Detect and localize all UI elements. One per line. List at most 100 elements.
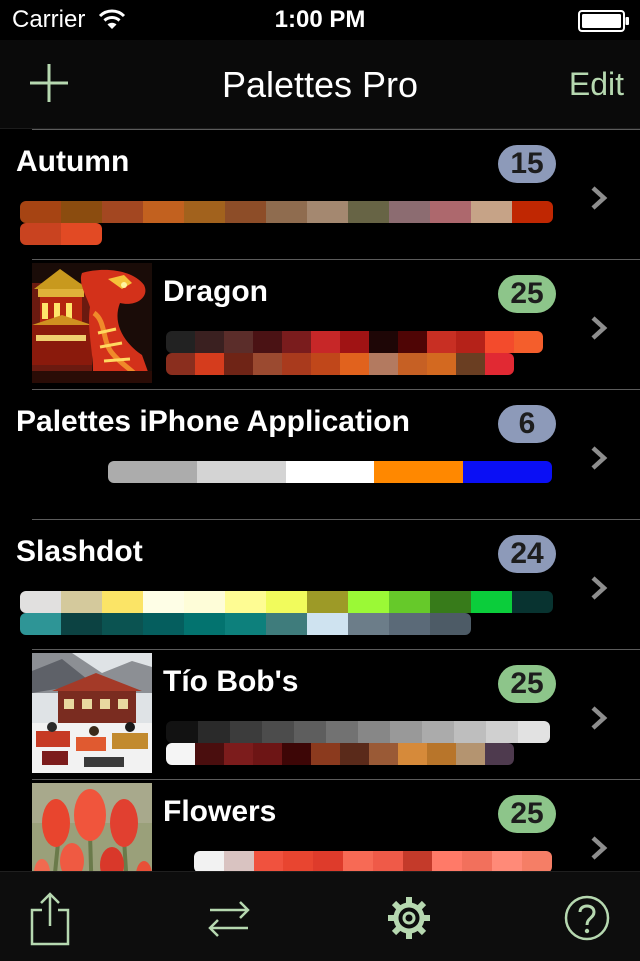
color-swatch xyxy=(491,851,522,871)
palette-row-palettes-iphone-application[interactable]: Palettes iPhone Application 6 xyxy=(0,389,640,519)
color-swatch xyxy=(518,721,550,743)
color-swatch xyxy=(427,331,456,353)
color-swatch xyxy=(143,613,184,635)
color-count-badge: 25 xyxy=(498,275,556,313)
color-swatch xyxy=(427,743,456,765)
color-swatch xyxy=(307,613,348,635)
color-swatch xyxy=(348,613,389,635)
color-swatch xyxy=(20,201,61,223)
color-swatch xyxy=(521,851,552,871)
color-count-badge: 25 xyxy=(498,795,556,833)
color-swatch xyxy=(198,721,230,743)
gear-icon[interactable] xyxy=(384,890,434,946)
color-swatch xyxy=(340,743,369,765)
color-swatch xyxy=(374,461,464,483)
dragon-photo-icon xyxy=(32,263,152,383)
color-swatch xyxy=(389,613,430,635)
color-swatch xyxy=(427,353,456,375)
color-swatch xyxy=(456,743,485,765)
palette-row-dragon[interactable]: Dragon 25 xyxy=(0,259,640,389)
color-swatch xyxy=(266,201,307,223)
palette-row-tio-bobs[interactable]: Tío Bob's 25 xyxy=(0,649,640,779)
row-separator xyxy=(32,129,640,130)
flowers-photo-icon xyxy=(32,783,152,871)
color-swatch xyxy=(143,201,184,223)
color-count-badge: 6 xyxy=(498,405,556,443)
help-icon[interactable] xyxy=(562,890,612,946)
palette-row-slashdot[interactable]: Slashdot 24 xyxy=(0,519,640,649)
swatch-line-1 xyxy=(194,851,552,871)
color-swatch xyxy=(283,851,314,871)
color-swatch xyxy=(143,591,184,613)
palette-title: Autumn xyxy=(16,145,130,178)
color-swatch xyxy=(224,331,253,353)
color-swatch xyxy=(253,743,282,765)
swap-icon[interactable] xyxy=(204,890,254,946)
color-swatch xyxy=(225,201,266,223)
chevron-right-icon[interactable] xyxy=(588,703,610,733)
swatch-line-2 xyxy=(20,223,102,245)
swatch-line-1 xyxy=(166,331,543,353)
bottom-toolbar xyxy=(0,871,640,961)
color-swatch xyxy=(20,613,61,635)
color-swatch xyxy=(61,201,102,223)
color-swatch xyxy=(102,613,143,635)
chevron-right-icon[interactable] xyxy=(588,573,610,603)
color-swatch xyxy=(348,201,389,223)
status-bar: Carrier 1:00 PM xyxy=(0,0,640,40)
color-swatch xyxy=(166,353,195,375)
color-swatch xyxy=(61,613,102,635)
color-swatch xyxy=(20,223,61,245)
color-swatch xyxy=(369,331,398,353)
navigation-bar: Palettes Pro Edit xyxy=(0,40,640,129)
row-separator xyxy=(32,649,640,650)
color-swatch xyxy=(390,721,422,743)
swatch-line-1 xyxy=(20,591,553,613)
chevron-right-icon[interactable] xyxy=(588,443,610,473)
color-swatch xyxy=(195,331,224,353)
color-swatch xyxy=(307,591,348,613)
color-swatch xyxy=(485,331,514,353)
color-swatch xyxy=(184,613,225,635)
color-swatch xyxy=(108,461,197,483)
color-swatch xyxy=(266,591,307,613)
battery-icon xyxy=(578,10,629,32)
palette-title: Slashdot xyxy=(16,535,143,568)
color-count-badge: 25 xyxy=(498,665,556,703)
color-swatch xyxy=(311,743,340,765)
color-swatch xyxy=(294,721,326,743)
color-swatch xyxy=(285,461,375,483)
color-swatch xyxy=(456,331,485,353)
clock: 1:00 PM xyxy=(274,6,366,33)
palette-row-flowers[interactable]: Flowers 25 xyxy=(0,779,640,871)
palette-list[interactable]: Autumn 15 Dragon 25 Palettes iPhone Appl… xyxy=(0,129,640,871)
chevron-right-icon[interactable] xyxy=(588,313,610,343)
chevron-right-icon[interactable] xyxy=(588,833,610,863)
color-swatch xyxy=(166,743,195,765)
swatch-line-2 xyxy=(20,613,471,635)
color-swatch xyxy=(348,591,389,613)
color-count-badge: 15 xyxy=(498,145,556,183)
color-swatch xyxy=(471,591,512,613)
color-swatch xyxy=(20,591,61,613)
color-swatch xyxy=(398,353,427,375)
color-swatch xyxy=(456,353,485,375)
palette-title: Flowers xyxy=(163,795,277,828)
color-swatch xyxy=(311,331,340,353)
color-count-badge: 24 xyxy=(498,535,556,573)
color-swatch xyxy=(195,353,224,375)
color-swatch xyxy=(225,591,266,613)
color-swatch xyxy=(194,851,224,871)
palette-row-autumn[interactable]: Autumn 15 xyxy=(0,129,640,259)
color-swatch xyxy=(340,331,369,353)
color-swatch xyxy=(342,851,373,871)
share-icon[interactable] xyxy=(26,890,76,946)
row-separator xyxy=(32,259,640,260)
color-swatch xyxy=(266,613,307,635)
chevron-right-icon[interactable] xyxy=(588,183,610,213)
color-swatch xyxy=(514,331,543,353)
color-swatch xyxy=(340,353,369,375)
color-swatch xyxy=(430,201,471,223)
edit-button[interactable]: Edit xyxy=(569,66,624,103)
color-swatch xyxy=(358,721,390,743)
